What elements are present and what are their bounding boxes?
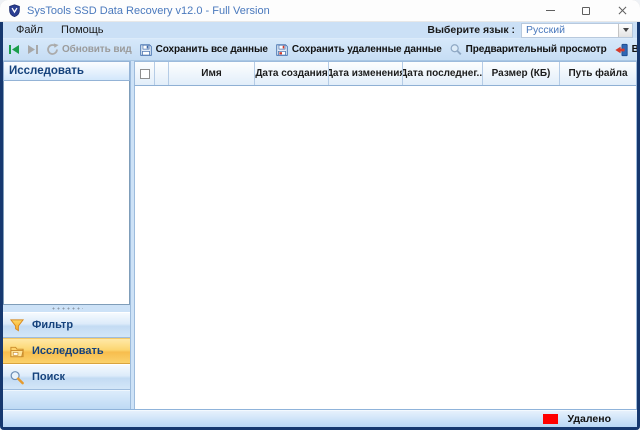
app-window: SysTools SSD Data Recovery v12.0 - Full … — [0, 0, 640, 430]
sidebar-item-explore[interactable]: Исследовать — [3, 338, 130, 364]
search-icon — [9, 370, 25, 385]
maximize-button[interactable] — [568, 0, 604, 21]
save-all-label: Сохранить все данные — [156, 44, 268, 55]
status-bar: Удалено — [3, 410, 637, 427]
folder-icon — [9, 344, 25, 359]
save-deleted-label: Сохранить удаленные данные — [292, 44, 442, 55]
refresh-view-button[interactable]: Обновить вид — [44, 42, 134, 57]
save-deleted-button[interactable]: Сохранить удаленные данные — [273, 42, 444, 58]
refresh-icon — [46, 43, 59, 56]
refresh-view-label: Обновить вид — [62, 44, 132, 55]
app-frame: Файл Помощь Выберите язык : Русский — [0, 22, 640, 430]
minimize-icon — [546, 10, 555, 11]
deleted-legend-label: Удалено — [567, 413, 611, 425]
sidebar-footer — [3, 390, 130, 410]
preview-button[interactable]: Предварительный просмотр — [447, 42, 609, 58]
close-button[interactable] — [604, 0, 640, 21]
save-floppy-icon — [139, 43, 153, 57]
filter-icon — [9, 318, 25, 333]
language-dropdown[interactable]: Русский — [521, 23, 633, 38]
explorer-tree[interactable] — [3, 81, 130, 305]
splitter-grip-icon — [51, 307, 83, 310]
go-first-icon — [8, 44, 20, 55]
sidebar-item-label: Исследовать — [32, 345, 104, 357]
column-header-name[interactable]: Имя — [169, 62, 255, 85]
column-header-path[interactable]: Путь файла — [560, 62, 636, 85]
chevron-down-icon — [623, 28, 629, 32]
save-all-button[interactable]: Сохранить все данные — [137, 42, 270, 58]
go-last-button[interactable] — [25, 43, 41, 56]
go-last-icon — [27, 44, 39, 55]
app-logo-shield-icon — [8, 4, 21, 17]
column-header-icon[interactable] — [155, 62, 169, 85]
table-header-row: Имя Дата создания Дата изменения Дата по… — [134, 61, 637, 86]
toolbar: Обновить вид Сохранить все данные — [3, 39, 637, 61]
column-header-date-created[interactable]: Дата создания — [255, 62, 329, 85]
title-bar[interactable]: SysTools SSD Data Recovery v12.0 - Full … — [0, 0, 640, 22]
language-dropdown-button[interactable] — [618, 24, 632, 37]
menu-help[interactable]: Помощь — [52, 22, 113, 38]
menu-bar: Файл Помощь Выберите язык : Русский — [3, 22, 637, 39]
exit-door-icon — [614, 43, 629, 57]
deleted-legend-swatch — [543, 414, 558, 424]
column-header-date-modified[interactable]: Дата изменения — [329, 62, 403, 85]
exit-button[interactable]: Выход — [612, 42, 637, 58]
close-icon — [618, 6, 627, 15]
exit-label: Выход — [632, 44, 637, 55]
language-selected-value: Русский — [522, 24, 618, 36]
sidebar-splitter[interactable] — [3, 305, 130, 312]
language-label: Выберите язык : — [427, 24, 515, 36]
window-title: SysTools SSD Data Recovery v12.0 - Full … — [27, 5, 270, 17]
column-header-size[interactable]: Размер (КБ) — [483, 62, 560, 85]
sidebar-header: Исследовать — [3, 61, 130, 81]
save-deleted-floppy-icon — [275, 43, 289, 57]
select-all-checkbox[interactable] — [140, 69, 150, 79]
sidebar-item-label: Поиск — [32, 371, 65, 383]
minimize-button[interactable] — [532, 0, 568, 21]
sidebar-item-filter[interactable]: Фильтр — [3, 312, 130, 338]
preview-label: Предварительный просмотр — [466, 44, 607, 55]
sidebar-item-label: Фильтр — [32, 319, 73, 331]
menu-file[interactable]: Файл — [7, 22, 52, 38]
preview-magnifier-icon — [449, 43, 463, 57]
go-first-button[interactable] — [6, 43, 22, 56]
column-header-date-accessed[interactable]: Дата последнег... — [403, 62, 483, 85]
maximize-icon — [582, 7, 590, 15]
sidebar-item-search[interactable]: Поиск — [3, 364, 130, 390]
sidebar: Исследовать Фильтр — [3, 61, 131, 410]
select-all-header[interactable] — [135, 62, 155, 85]
table-body-empty — [134, 86, 637, 410]
file-table: Имя Дата создания Дата изменения Дата по… — [134, 61, 637, 410]
main-area: Исследовать Фильтр — [3, 61, 637, 410]
